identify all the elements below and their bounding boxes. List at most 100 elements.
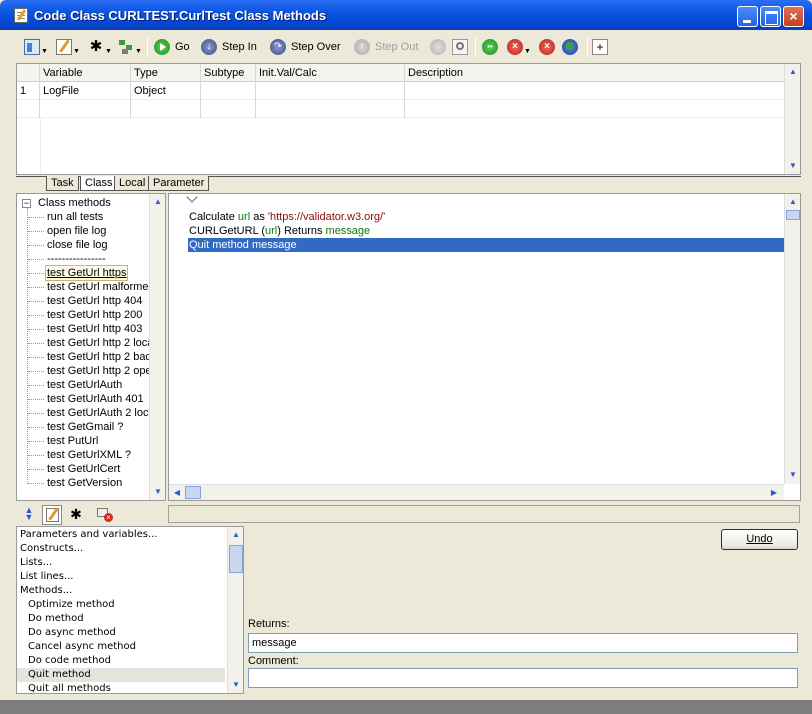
continue-button[interactable]: •• [482, 36, 498, 58]
command-list-item[interactable]: Parameters and variables... [20, 528, 158, 542]
notepad-icon [56, 39, 72, 55]
expand-button[interactable]: + [592, 36, 608, 58]
maximize-button[interactable] [760, 6, 781, 27]
tree-item-method[interactable]: test GetUrlAuth 401 [47, 392, 144, 406]
command-list-item[interactable]: Do async method [28, 626, 116, 640]
tree-menu-button[interactable]: ▼ [118, 36, 142, 58]
collapse-icon[interactable]: − [22, 199, 31, 208]
scroll-up-icon[interactable]: ▲ [786, 65, 800, 79]
undo-button[interactable]: Undo [721, 529, 798, 550]
command-list-scrollbar[interactable]: ▲ ▼ [227, 527, 243, 693]
scroll-up-icon[interactable]: ▲ [151, 195, 165, 209]
trace-button[interactable] [430, 36, 446, 58]
bug-icon[interactable]: ✱ [68, 506, 84, 522]
go-button[interactable]: Go [154, 36, 190, 58]
scroll-down-icon[interactable]: ▼ [786, 468, 800, 482]
code-line-1[interactable]: Calculate url as 'https://validator.w3.o… [189, 210, 385, 224]
command-list-item[interactable]: Constructs... [20, 542, 83, 556]
tree-item-method[interactable]: test GetUrl https [44, 265, 129, 281]
column-header-description[interactable]: Description [405, 64, 784, 82]
tree-item-method[interactable]: open file log [47, 224, 106, 238]
tree-item-method[interactable]: run all tests [47, 210, 103, 224]
command-list-item[interactable]: Lists... [20, 556, 52, 570]
scroll-thumb[interactable] [229, 545, 243, 573]
tree-item-method[interactable]: test GetUrl http 404 [47, 294, 142, 308]
returns-field[interactable]: message [248, 633, 798, 653]
scroll-down-icon[interactable]: ▼ [151, 485, 165, 499]
grid-scrollbar[interactable]: ▲ ▼ [784, 64, 800, 174]
scroll-up-icon[interactable]: ▲ [229, 528, 243, 542]
table-row-empty[interactable] [17, 100, 784, 118]
tree-item-method[interactable]: test PutUrl [47, 434, 98, 448]
column-header-init[interactable]: Init.Val/Calc [256, 64, 405, 82]
column-header-variable[interactable]: Variable [40, 64, 131, 82]
commands-view-button[interactable] [42, 505, 62, 525]
command-list-item[interactable]: List lines... [20, 570, 73, 584]
sort-arrows-icon[interactable]: ▲ ▼ [22, 506, 36, 522]
command-list-item[interactable]: Quit all methods [28, 682, 111, 693]
tree-item-method[interactable]: test GetUrl http 2 open [47, 364, 158, 378]
command-list-item[interactable]: Optimize method [28, 598, 115, 612]
command-list-item[interactable]: Cancel async method [28, 640, 136, 654]
scroll-down-icon[interactable]: ▼ [786, 159, 800, 173]
tab-task[interactable]: Task [46, 176, 79, 191]
code-vertical-scrollbar[interactable]: ▲ ▼ [784, 194, 800, 484]
tab-parameter[interactable]: Parameter [148, 176, 210, 191]
command-list-item[interactable]: Quit method [17, 668, 225, 682]
tree-item-method[interactable]: test GetVersion [47, 476, 122, 490]
tree-item-method[interactable]: test GetUrlCert [47, 462, 120, 476]
stop-menu-button[interactable]: × ▼ [507, 36, 531, 58]
tree-item-method[interactable]: test GetUrlAuth [47, 378, 122, 392]
step-in-button[interactable]: ↓ Step In [201, 36, 257, 58]
scroll-up-icon[interactable]: ▲ [786, 195, 800, 209]
scroll-left-icon[interactable]: ◀ [170, 486, 184, 500]
tree-root-class-methods[interactable]: Class methods [38, 196, 111, 210]
tree-item-method[interactable]: test GetUrl http 200 [47, 308, 142, 322]
cell-type[interactable]: Object [131, 82, 201, 100]
tree-item-method[interactable]: test GetUrl malformed [47, 280, 155, 294]
step-out-button[interactable]: ↑ Step Out [354, 36, 418, 58]
cell-init[interactable] [256, 82, 405, 100]
clear-breakpoints-icon[interactable]: × [96, 506, 114, 522]
minimize-button[interactable] [737, 6, 758, 27]
code-line-2[interactable]: CURLGetURL (url) Returns message [189, 224, 370, 238]
command-list-item[interactable]: Methods... [20, 584, 72, 598]
breakpoint-menu-button[interactable]: ✱ ▼ [88, 36, 112, 58]
tree-item-method[interactable]: test GetUrl http 2 local [47, 336, 156, 350]
command-list-item[interactable]: Do code method [28, 654, 111, 668]
window-title: Code Class CURLTEST.CurlTest Class Metho… [34, 8, 327, 23]
code-line-3-selected[interactable]: Quit method message [188, 238, 784, 252]
clear-breakpoints-button[interactable]: × [539, 36, 555, 58]
globe-button[interactable] [562, 36, 578, 58]
code-horizontal-scrollbar[interactable]: ◀ ▶ [169, 484, 784, 500]
vertical-scroll-thumb[interactable] [786, 210, 800, 220]
tree-item-method[interactable]: ---------------- [47, 252, 106, 266]
tree-item-method[interactable]: test GetUrlXML ? [47, 448, 131, 462]
cell-subtype[interactable] [201, 82, 256, 100]
table-row[interactable]: 1 LogFile Object [17, 82, 784, 100]
tree-scrollbar[interactable]: ▲ ▼ [149, 194, 165, 500]
tree-item-method[interactable]: test GetUrl http 403 [47, 322, 142, 336]
tree-item-method[interactable]: test GetUrlAuth 2 local [47, 406, 157, 420]
find-button[interactable] [452, 36, 468, 58]
scroll-down-icon[interactable]: ▼ [229, 678, 243, 692]
column-header-type[interactable]: Type [131, 64, 201, 82]
tab-local[interactable]: Local [114, 176, 151, 191]
tab-class[interactable]: Class [80, 176, 118, 191]
cell-variable[interactable]: LogFile [40, 82, 131, 100]
tree-item-method[interactable]: test GetGmail ? [47, 420, 123, 434]
tree-item-method[interactable]: test GetUrl http 2 back [47, 350, 156, 364]
comment-field[interactable] [248, 668, 798, 688]
code-editor[interactable]: Calculate url as 'https://validator.w3.o… [168, 193, 801, 501]
close-button[interactable]: × [783, 6, 804, 27]
horizontal-scroll-thumb[interactable] [185, 486, 201, 499]
edit-menu-button[interactable]: ▼ [56, 36, 80, 58]
step-over-button[interactable]: ↷ Step Over [270, 36, 341, 58]
title-bar[interactable]: Code Class CURLTEST.CurlTest Class Metho… [0, 0, 812, 30]
scroll-right-icon[interactable]: ▶ [767, 486, 781, 500]
cell-description[interactable] [405, 82, 784, 100]
command-list-item[interactable]: Do method [28, 612, 84, 626]
tree-item-method[interactable]: close file log [47, 238, 108, 252]
layout-menu-button[interactable]: ▼ [24, 36, 48, 58]
column-header-subtype[interactable]: Subtype [201, 64, 256, 82]
